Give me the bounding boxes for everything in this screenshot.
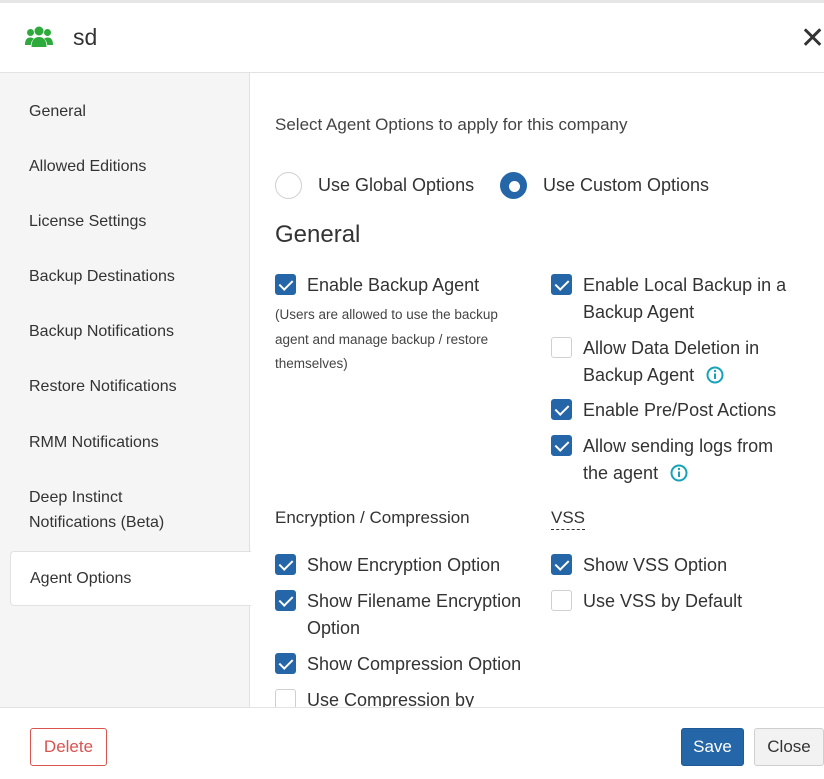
sidebar-item-backup-destinations[interactable]: Backup Destinations — [29, 264, 175, 289]
checkbox[interactable] — [551, 399, 572, 420]
sidebar-item-backup-notifications[interactable]: Backup Notifications — [29, 319, 174, 344]
sidebar-item-deep-instinct[interactable]: Deep Instinct Notifications (Beta) — [29, 485, 164, 535]
show-compression-option-checkbox[interactable]: Show Compression Option — [275, 651, 545, 678]
sidebar-item-rmm-notifications[interactable]: RMM Notifications — [29, 430, 159, 455]
checkbox[interactable] — [551, 590, 572, 611]
sidebar-item-restore-notifications[interactable]: Restore Notifications — [29, 374, 177, 399]
agent-options-panel: Select Agent Options to apply for this c… — [251, 73, 824, 707]
enable-pre-post-actions-checkbox[interactable]: Enable Pre/Post Actions — [551, 397, 801, 424]
close-button[interactable]: Close — [754, 728, 824, 766]
sidebar-item-label: Deep Instinct — [29, 489, 123, 506]
checkbox-label: Enable Backup Agent — [307, 275, 480, 295]
allow-sending-logs-checkbox[interactable]: Allow sending logs from the agent — [551, 433, 786, 487]
custom-options-radio[interactable]: Use Custom Options — [500, 171, 709, 199]
sidebar-item-general[interactable]: General — [29, 99, 86, 124]
sidebar-item-label: Notifications (Beta) — [29, 514, 165, 531]
radio-label: Use Custom Options — [543, 174, 710, 195]
checkbox-label: Enable Pre/Post Actions — [583, 400, 777, 420]
checkbox-label: Allow Data Deletion in Backup Agent — [583, 338, 760, 385]
use-compression-by-default-checkbox[interactable]: Use Compression by — [275, 687, 535, 707]
modal-footer: Delete Save Close — [0, 707, 824, 779]
save-button[interactable]: Save — [681, 728, 744, 766]
vss-title[interactable]: VSS — [551, 508, 586, 530]
enable-backup-agent-checkbox[interactable]: Enable Backup Agent — [275, 272, 479, 299]
checkbox[interactable] — [275, 689, 296, 707]
show-filename-encryption-checkbox[interactable]: Show Filename Encryption Option — [275, 588, 535, 642]
checkbox[interactable] — [551, 435, 572, 456]
radio-button[interactable] — [500, 171, 527, 199]
checkbox[interactable] — [275, 590, 296, 611]
intro-text: Select Agent Options to apply for this c… — [275, 115, 628, 134]
users-group-icon — [25, 26, 53, 47]
sidebar-item-license-settings[interactable]: License Settings — [29, 209, 146, 234]
sidebar-item-allowed-editions[interactable]: Allowed Editions — [29, 154, 146, 179]
show-encryption-option-checkbox[interactable]: Show Encryption Option — [275, 552, 535, 579]
close-icon[interactable]: ✕ — [800, 24, 824, 54]
checkbox-label: Show VSS Option — [583, 555, 728, 575]
modal-title: sd — [73, 24, 98, 50]
checkbox-label: Enable Local Backup in a Backup Agent — [583, 275, 787, 322]
checkbox[interactable] — [551, 554, 572, 575]
radio-label: Use Global Options — [318, 174, 475, 195]
global-options-radio[interactable]: Use Global Options — [275, 171, 474, 199]
checkbox[interactable] — [551, 274, 572, 295]
checkbox-label: Show Compression Option — [307, 654, 522, 674]
radio-button[interactable] — [275, 171, 302, 199]
info-icon[interactable] — [670, 464, 688, 482]
checkbox[interactable] — [275, 274, 296, 295]
delete-button[interactable]: Delete — [30, 728, 107, 766]
sidebar-item-agent-options[interactable]: Agent Options — [10, 551, 251, 606]
enable-local-backup-checkbox[interactable]: Enable Local Backup in a Backup Agent — [551, 272, 801, 326]
checkbox-label: Use Compression by — [307, 690, 475, 707]
info-icon[interactable] — [706, 366, 724, 384]
use-vss-by-default-checkbox[interactable]: Use VSS by Default — [551, 588, 811, 615]
checkbox[interactable] — [275, 554, 296, 575]
modal-header: sd ✕ — [0, 3, 824, 73]
checkbox[interactable] — [551, 337, 572, 358]
sidebar: General Allowed Editions License Setting… — [0, 73, 251, 707]
checkbox-label: Use VSS by Default — [583, 591, 743, 611]
checkbox-label: Show Filename Encryption Option — [307, 591, 522, 638]
allow-data-deletion-checkbox[interactable]: Allow Data Deletion in Backup Agent — [551, 335, 801, 389]
checkbox-label: Show Encryption Option — [307, 555, 501, 575]
checkbox[interactable] — [275, 653, 296, 674]
backup-agent-note: (Users are allowed to use the backup age… — [275, 307, 498, 371]
encryption-compression-title: Encryption / Compression — [275, 508, 470, 527]
section-title-general: General — [275, 221, 361, 248]
show-vss-option-checkbox[interactable]: Show VSS Option — [551, 552, 811, 579]
